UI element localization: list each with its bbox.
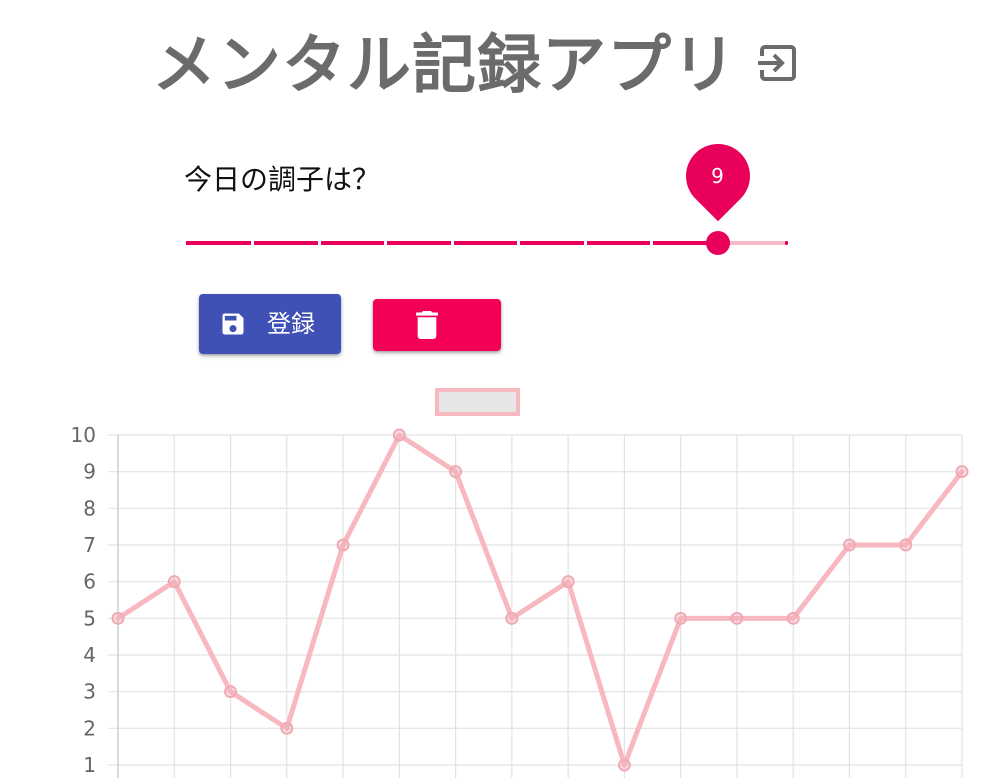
slider-mark [317,241,321,245]
y-tick-label: 2 [83,716,96,740]
slider-mark [251,241,255,245]
save-button[interactable]: 登録 [199,294,341,354]
save-icon [222,313,244,335]
mood-line-chart: 10 9 8 7 6 5 4 3 2 1 [71,388,969,778]
slider-mark [450,241,454,245]
legend-swatch [435,388,520,416]
data-point [505,611,519,625]
app-root: メンタル記録アプリ 今日の調子は？ 9 登録 10 9 8 7 6 5 4 3 … [0,0,1006,778]
data-point [899,538,913,552]
data-point [730,611,744,625]
value-label-text: 9 [711,164,724,188]
trash-icon [416,311,438,339]
data-point [167,575,181,589]
slider-mark [583,241,587,245]
mood-chart: 10 9 8 7 6 5 4 3 2 1 [0,380,1006,778]
data-point [786,611,800,625]
y-tick-label: 1 [83,753,96,777]
slider-mark [650,241,654,245]
y-tick-label: 3 [83,680,96,704]
data-point [449,465,463,479]
slider-mark [517,241,521,245]
data-point [224,685,238,699]
app-header: メンタル記録アプリ [0,22,1006,112]
logout-button[interactable] [758,42,800,84]
logout-icon [758,45,796,81]
mood-question: 今日の調子は？ [184,163,381,196]
y-tick-label: 8 [83,496,96,520]
delete-button[interactable] [373,299,501,351]
data-point [842,538,856,552]
app-title: メンタル記録アプリ [152,29,737,103]
slider-thumb[interactable] [705,231,730,255]
data-point [955,465,969,479]
series-line [115,432,965,768]
data-point [392,428,406,442]
data-point [111,611,125,625]
slider-mark [785,241,788,245]
data-point [280,721,294,735]
y-tick-label: 6 [83,570,96,594]
data-point [336,538,350,552]
y-tick-label: 7 [83,533,96,557]
data-point [674,611,688,625]
data-point [617,758,631,772]
y-tick-label: 5 [83,606,96,630]
save-button-label: 登録 [267,310,315,338]
data-point [561,575,575,589]
slider-value-label: 9 [672,130,763,222]
y-tick-label: 10 [71,423,96,447]
slider-mark [384,241,388,245]
mood-slider[interactable]: 9 [186,130,788,260]
y-tick-label: 4 [83,643,96,667]
y-tick-label: 9 [83,460,96,484]
